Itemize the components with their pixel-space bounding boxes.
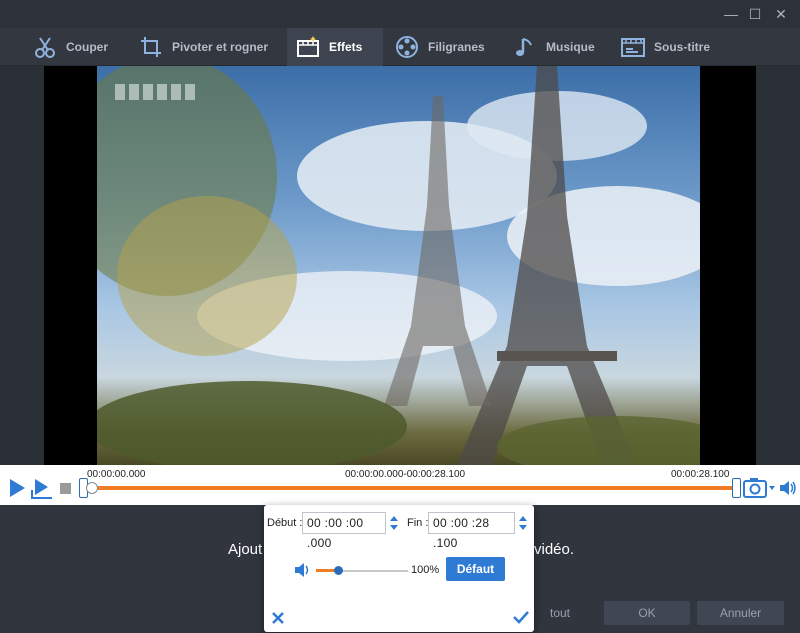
apply-all-button[interactable]: tout xyxy=(530,601,570,625)
timeline-track xyxy=(85,486,737,490)
background-text-right: vidéo. xyxy=(534,541,575,558)
cancel-button[interactable]: Annuler xyxy=(697,601,784,625)
end-time-field[interactable]: 00 :00 :28 .100 xyxy=(428,512,515,550)
play-selection-icon[interactable] xyxy=(31,478,53,505)
tab-pivoter-et-rogner[interactable]: Pivoter et rogner xyxy=(138,28,286,66)
tab-label: Filigranes xyxy=(428,40,485,54)
audio-trim-popup: Début : 00 :00 :00 .000 Fin : 00 :00 :28… xyxy=(264,505,534,632)
tab-label: Couper xyxy=(66,40,108,54)
tab-label: Sous-titre xyxy=(654,40,711,54)
tab-effets[interactable]: Effets xyxy=(287,28,383,66)
volume-percent: 100% xyxy=(411,564,440,576)
volume-icon[interactable] xyxy=(779,479,797,502)
subtitle-icon xyxy=(620,34,646,60)
end-time-spinner[interactable] xyxy=(518,513,528,533)
background-text-left: Ajout xyxy=(228,541,263,558)
volume-slider-knob[interactable] xyxy=(334,566,343,575)
tab-label: Pivoter et rogner xyxy=(172,40,269,54)
cancel-x-icon[interactable] xyxy=(271,611,285,630)
camera-icon[interactable] xyxy=(743,476,777,503)
end-label: Fin : xyxy=(407,517,429,529)
tab-label: Effets xyxy=(329,40,363,54)
tab-sous-titre[interactable]: Sous-titre xyxy=(620,28,730,66)
timeline-range: 00:00:00.000-00:00:28.100 xyxy=(345,469,466,480)
playback-controls: 00:00:00.000 00:00:00.000-00:00:28.100 0… xyxy=(0,465,800,505)
speaker-icon xyxy=(294,562,312,583)
timeline-start-time: 00:00:00.000 xyxy=(87,469,146,480)
watermark-reel-icon xyxy=(394,34,420,60)
start-time-field[interactable]: 00 :00 :00 .000 xyxy=(302,512,386,550)
ok-button[interactable]: OK xyxy=(604,601,690,625)
start-time-spinner[interactable] xyxy=(389,513,399,533)
start-label: Début : xyxy=(267,517,303,529)
title-bar: — ☐ ✕ xyxy=(0,0,800,28)
maximize-button[interactable]: ☐ xyxy=(742,0,768,28)
stop-icon[interactable] xyxy=(60,483,71,494)
music-note-icon xyxy=(512,34,538,60)
tab-musique[interactable]: Musique xyxy=(512,28,612,66)
play-icon[interactable] xyxy=(8,478,26,503)
timeline-end-time: 00:00:28.100 xyxy=(671,469,730,480)
video-preview xyxy=(97,66,700,465)
crop-rotate-icon xyxy=(138,34,164,60)
confirm-check-icon[interactable] xyxy=(513,610,529,629)
minimize-button[interactable]: — xyxy=(718,0,744,28)
tab-filigranes[interactable]: Filigranes xyxy=(394,28,504,66)
video-frame-illustration xyxy=(97,66,700,465)
end-trim-handle[interactable] xyxy=(732,478,741,498)
scissors-icon xyxy=(32,34,58,60)
tab-label: Musique xyxy=(546,40,595,54)
editor-toolbar: Couper Pivoter et rogner Effets Filigran… xyxy=(0,28,800,66)
default-button[interactable]: Défaut xyxy=(446,557,505,581)
playhead-knob[interactable] xyxy=(86,482,98,494)
effects-film-icon xyxy=(295,34,321,60)
tab-couper[interactable]: Couper xyxy=(32,28,132,66)
close-window-button[interactable]: ✕ xyxy=(768,0,794,28)
